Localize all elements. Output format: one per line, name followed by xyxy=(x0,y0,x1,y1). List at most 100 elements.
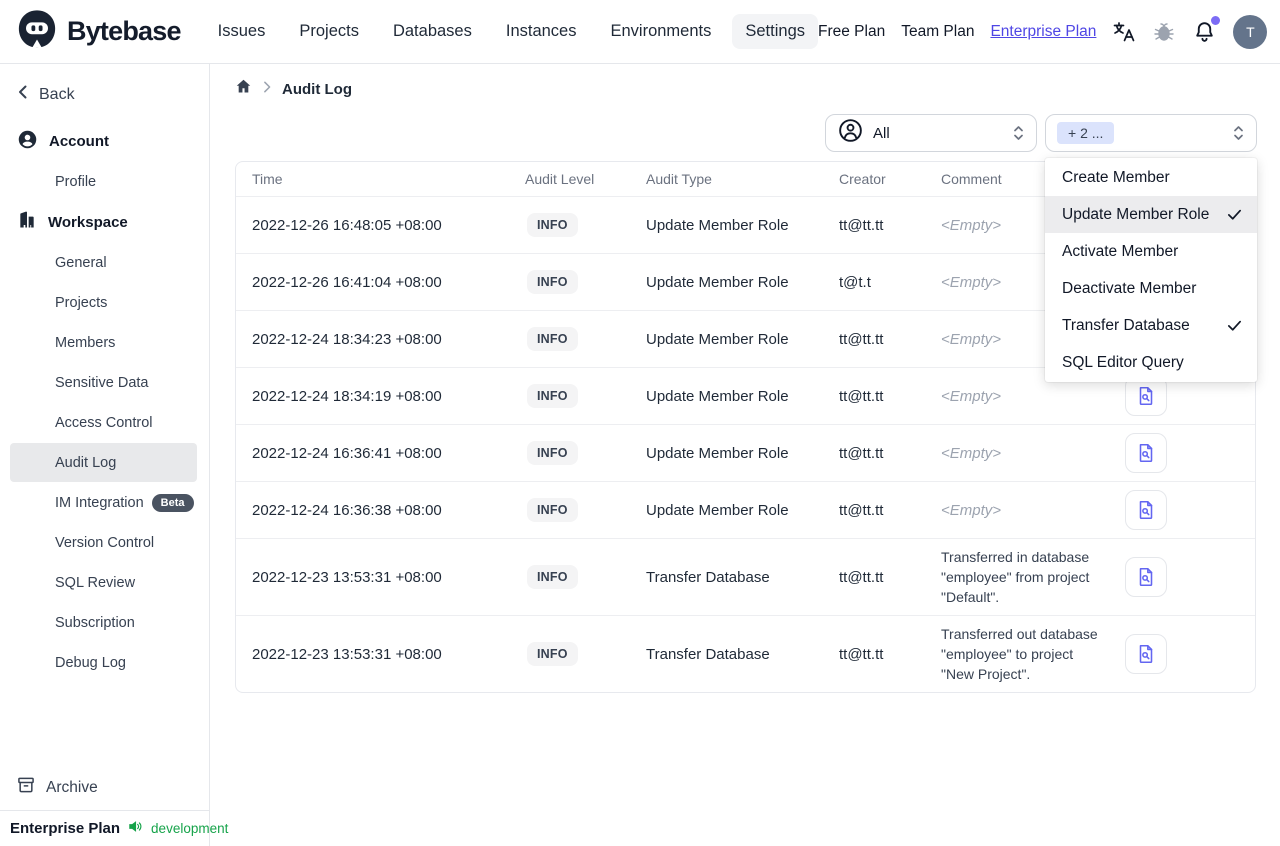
sidebar-item-subscription[interactable]: Subscription xyxy=(10,603,197,642)
audit-type-dropdown-menu: Create Member Update Member Role Activat… xyxy=(1045,158,1257,382)
notification-bell-icon[interactable] xyxy=(1192,16,1221,44)
column-header-audit-level: Audit Level xyxy=(525,171,595,187)
view-detail-button[interactable] xyxy=(1125,634,1167,674)
menu-item-update-member-role[interactable]: Update Member Role xyxy=(1045,196,1257,233)
table-row: 2022-12-24 16:36:41 +08:00 INFO Update M… xyxy=(236,424,1255,481)
updown-chevron-icon xyxy=(1012,123,1025,143)
cell-time: 2022-12-26 16:48:05 +08:00 xyxy=(236,196,509,253)
bug-report-icon[interactable] xyxy=(1152,20,1176,44)
cell-time: 2022-12-24 18:34:19 +08:00 xyxy=(236,367,509,424)
top-navbar: Bytebase Issues Projects Databases Insta… xyxy=(0,0,1280,64)
cell-time: 2022-12-24 16:36:41 +08:00 xyxy=(236,424,509,481)
cell-audit-type: Update Member Role xyxy=(630,196,823,253)
cell-audit-type: Transfer Database xyxy=(630,538,823,615)
sidebar-item-profile[interactable]: Profile xyxy=(10,162,197,201)
cell-audit-type: Update Member Role xyxy=(630,481,823,538)
home-icon[interactable] xyxy=(235,78,252,100)
archive-label: Archive xyxy=(46,778,98,796)
audit-type-filter-select[interactable]: + 2 ... xyxy=(1045,114,1257,152)
creator-filter-select[interactable]: All xyxy=(825,114,1037,152)
table-row: 2022-12-23 13:53:31 +08:00 INFO Transfer… xyxy=(236,538,1255,615)
check-icon xyxy=(1226,206,1243,223)
sidebar-item-version-control[interactable]: Version Control xyxy=(10,523,197,562)
nav-item-projects[interactable]: Projects xyxy=(286,14,372,49)
cell-comment: <Empty> xyxy=(941,444,1002,462)
menu-item-create-member[interactable]: Create Member xyxy=(1045,159,1257,196)
cell-audit-type: Update Member Role xyxy=(630,367,823,424)
volume-icon xyxy=(127,818,144,840)
table-row: 2022-12-24 16:36:38 +08:00 INFO Update M… xyxy=(236,481,1255,538)
cell-creator: tt@tt.tt xyxy=(823,615,925,692)
person-circle-icon xyxy=(837,117,864,149)
audit-level-badge: INFO xyxy=(527,498,578,522)
sidebar-item-sql-review[interactable]: SQL Review xyxy=(10,563,197,602)
menu-item-transfer-database[interactable]: Transfer Database xyxy=(1045,307,1257,344)
cell-comment: <Empty> xyxy=(941,330,1002,348)
sidebar-item-audit-log[interactable]: Audit Log xyxy=(10,443,197,482)
cell-audit-type: Update Member Role xyxy=(630,424,823,481)
filter-bar: All + 2 ... xyxy=(825,114,1257,152)
updown-chevron-icon xyxy=(1232,123,1245,143)
column-header-creator: Creator xyxy=(839,171,886,187)
nav-item-issues[interactable]: Issues xyxy=(205,14,279,49)
view-detail-button[interactable] xyxy=(1125,490,1167,530)
user-avatar[interactable]: T xyxy=(1233,14,1268,49)
enterprise-plan-link[interactable]: Enterprise Plan xyxy=(990,23,1096,41)
view-detail-button[interactable] xyxy=(1125,557,1167,597)
sidebar-nav: Account Profile Workspace General Projec… xyxy=(0,121,209,682)
cell-creator: t@t.t xyxy=(823,253,925,310)
archive-button[interactable]: Archive xyxy=(0,775,98,800)
archive-icon xyxy=(16,775,36,800)
cell-time: 2022-12-23 13:53:31 +08:00 xyxy=(236,538,509,615)
chevron-right-icon xyxy=(262,80,272,98)
audit-level-badge: INFO xyxy=(527,384,578,408)
audit-level-badge: INFO xyxy=(527,565,578,589)
cell-time: 2022-12-24 16:36:38 +08:00 xyxy=(236,481,509,538)
cell-audit-type: Transfer Database xyxy=(630,615,823,692)
menu-item-activate-member[interactable]: Activate Member xyxy=(1045,233,1257,270)
sidebar-item-general[interactable]: General xyxy=(10,243,197,282)
audit-type-filter-value: + 2 ... xyxy=(1057,122,1115,144)
workspace-icon xyxy=(17,210,37,234)
cell-creator: tt@tt.tt xyxy=(823,538,925,615)
sidebar-section-workspace: Workspace xyxy=(0,202,209,242)
sidebar-item-members[interactable]: Members xyxy=(10,323,197,362)
sidebar-item-debug-log[interactable]: Debug Log xyxy=(10,643,197,682)
brand-name: Bytebase xyxy=(67,16,181,46)
nav-item-environments[interactable]: Environments xyxy=(597,14,724,49)
sidebar-item-access-control[interactable]: Access Control xyxy=(10,403,197,442)
audit-level-badge: INFO xyxy=(527,327,578,351)
sidebar-item-im-integration[interactable]: IM Integration Beta xyxy=(10,483,197,522)
navbar-right: Free Plan Team Plan Enterprise Plan T xyxy=(818,14,1268,49)
menu-item-sql-editor-query[interactable]: SQL Editor Query xyxy=(1045,344,1257,381)
page-title: Audit Log xyxy=(282,80,352,98)
sidebar-item-projects[interactable]: Projects xyxy=(10,283,197,322)
audit-level-badge: INFO xyxy=(527,270,578,294)
audit-level-badge: INFO xyxy=(527,213,578,237)
cell-creator: tt@tt.tt xyxy=(823,367,925,424)
nav-item-instances[interactable]: Instances xyxy=(493,14,590,49)
cell-creator: tt@tt.tt xyxy=(823,481,925,538)
check-icon xyxy=(1226,317,1243,334)
view-detail-button[interactable] xyxy=(1125,433,1167,473)
cell-creator: tt@tt.tt xyxy=(823,196,925,253)
cell-comment: Transferred in database "employee" from … xyxy=(941,549,1090,605)
nav-item-settings[interactable]: Settings xyxy=(732,14,818,49)
menu-item-deactivate-member[interactable]: Deactivate Member xyxy=(1045,270,1257,307)
bytebase-logo[interactable]: Bytebase xyxy=(16,8,181,55)
free-plan-link[interactable]: Free Plan xyxy=(818,23,885,41)
breadcrumb: Audit Log xyxy=(210,64,1280,100)
cell-comment: <Empty> xyxy=(941,501,1002,519)
cell-time: 2022-12-23 13:53:31 +08:00 xyxy=(236,615,509,692)
account-icon xyxy=(17,129,38,154)
cell-comment: <Empty> xyxy=(941,216,1002,234)
translate-icon[interactable] xyxy=(1112,20,1136,44)
chevron-left-icon xyxy=(16,84,30,105)
main-content: Audit Log All + 2 ... Time Audit Level A… xyxy=(210,64,1280,846)
nav-item-databases[interactable]: Databases xyxy=(380,14,485,49)
team-plan-link[interactable]: Team Plan xyxy=(901,23,974,41)
main-nav: Issues Projects Databases Instances Envi… xyxy=(205,14,818,49)
view-detail-button[interactable] xyxy=(1125,376,1167,416)
back-button[interactable]: Back xyxy=(16,84,209,105)
sidebar-item-sensitive-data[interactable]: Sensitive Data xyxy=(10,363,197,402)
